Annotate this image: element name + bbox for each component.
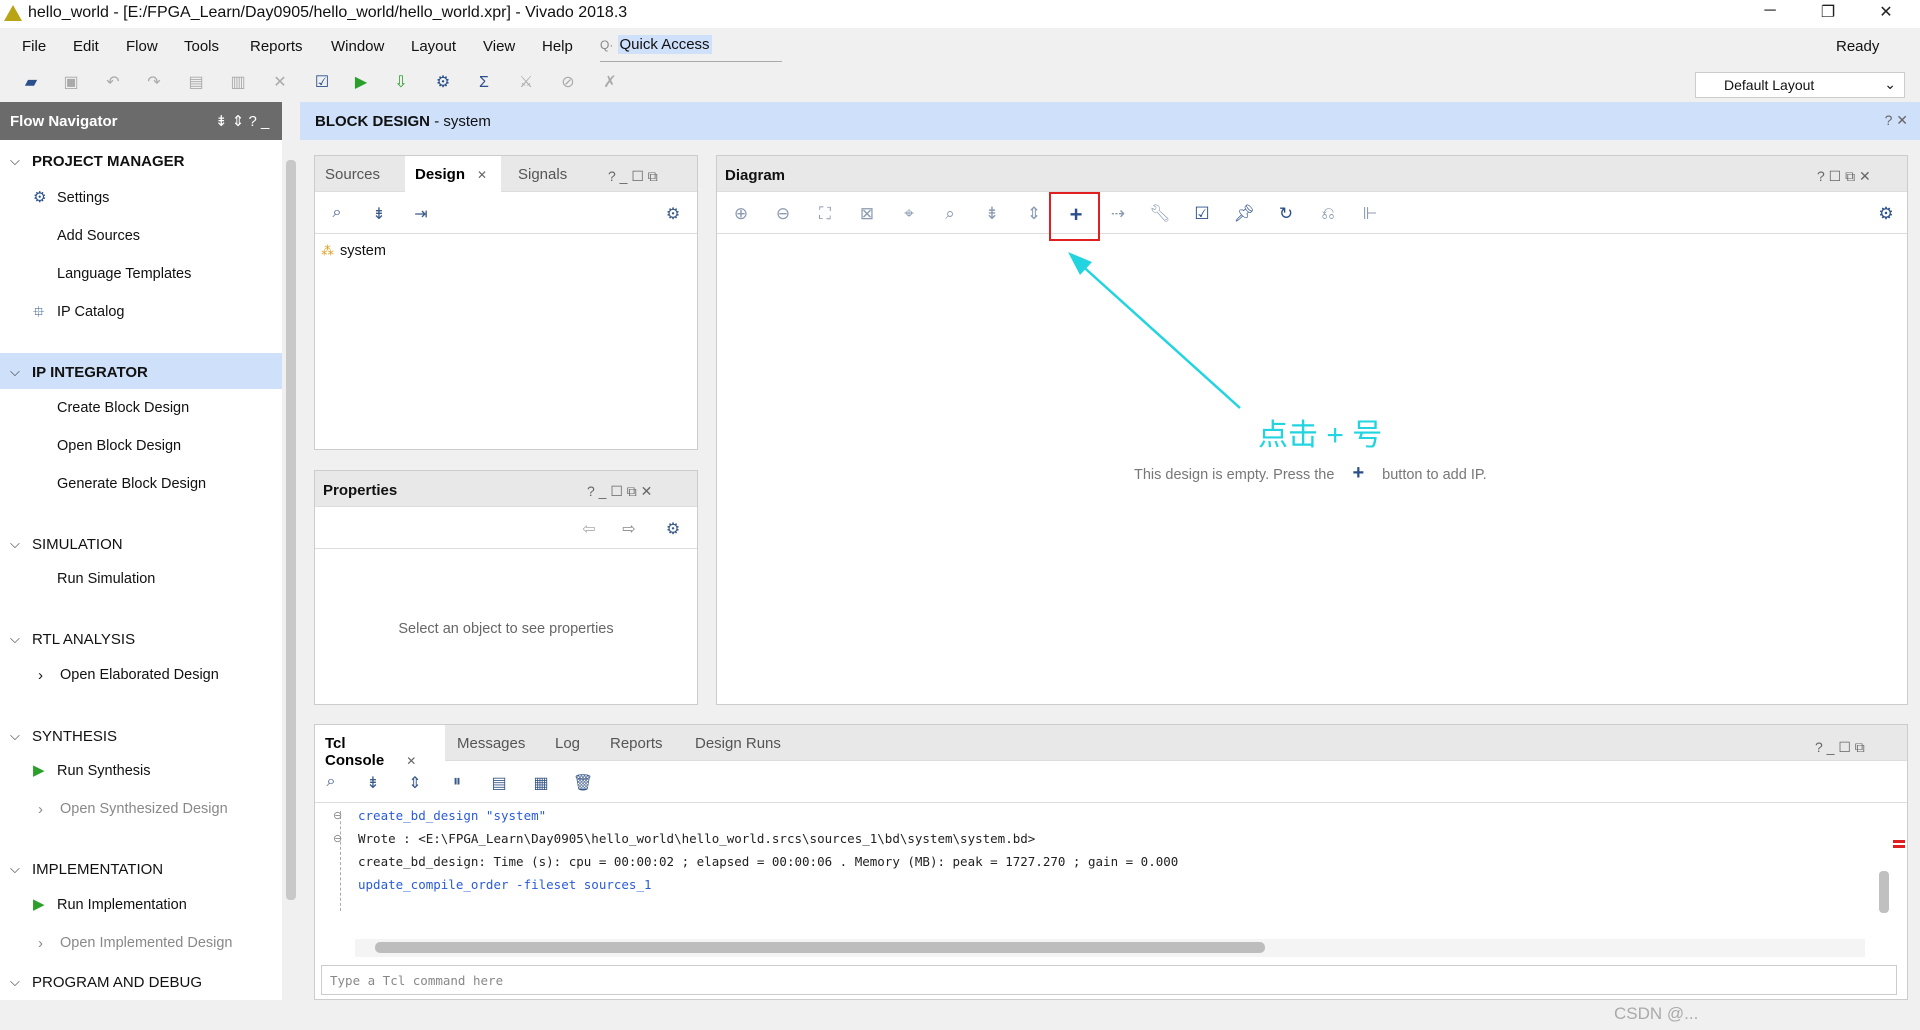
watermark: CSDN @... xyxy=(1614,1004,1699,1023)
fold-icon[interactable]: ⊖ xyxy=(333,832,342,845)
console-line: update_compile_order -fileset sources_1 xyxy=(358,877,652,892)
console-line: create_bd_design: Time (s): cpu = 00:00:… xyxy=(358,854,1179,869)
fold-icon[interactable]: ⊖ xyxy=(333,809,342,822)
panel-controls[interactable]: ? _ ☐ ⧉ xyxy=(1815,739,1865,756)
diagram-empty-message: This design is empty. Press the + button… xyxy=(1134,462,1487,484)
trash-icon[interactable]: 🗑︎ xyxy=(571,773,595,793)
tab-messages[interactable]: Messages xyxy=(447,725,535,761)
console-toolbar: ⌕ ⇟ ⇕ ⏸ ▤ ▦ 🗑︎ xyxy=(315,761,1907,803)
copy-icon[interactable]: ▤ xyxy=(487,773,511,793)
scroll-thumb[interactable] xyxy=(375,942,1265,953)
console-horizontal-scrollbar[interactable] xyxy=(355,939,1865,957)
table-icon[interactable]: ▦ xyxy=(529,773,553,793)
collapse-all-icon[interactable]: ⇟ xyxy=(361,773,385,793)
annotation-text: 点击 + 号 xyxy=(1258,419,1383,452)
error-marker xyxy=(1893,840,1905,848)
console-line: create_bd_design "system" xyxy=(358,808,547,823)
expand-all-icon[interactable]: ⇕ xyxy=(403,773,427,793)
tcl-console-panel: Tcl Console ✕ Messages Log Reports Design… xyxy=(314,724,1908,1000)
tcl-command-input[interactable]: Type a Tcl command here xyxy=(321,965,1897,995)
console-line: Wrote : <E:\FPGA_Learn\Day0905\hello_wor… xyxy=(358,831,1036,846)
console-tabs: Tcl Console ✕ Messages Log Reports Design… xyxy=(315,725,1907,769)
fold-guide xyxy=(340,811,341,911)
add-ip-inline-icon[interactable]: + xyxy=(1352,462,1364,484)
tab-log[interactable]: Log xyxy=(545,725,590,761)
tab-design-runs[interactable]: Design Runs xyxy=(685,725,791,761)
tab-tcl-console[interactable]: Tcl Console ✕ xyxy=(315,725,445,769)
scroll-thumb[interactable] xyxy=(1879,871,1889,913)
pause-icon[interactable]: ⏸ xyxy=(445,773,469,791)
console-vertical-scrollbar[interactable] xyxy=(1875,811,1893,941)
status-bar: CSDN @... xyxy=(0,1000,1920,1030)
search-icon[interactable]: ⌕ xyxy=(319,773,343,791)
tab-reports[interactable]: Reports xyxy=(600,725,673,761)
